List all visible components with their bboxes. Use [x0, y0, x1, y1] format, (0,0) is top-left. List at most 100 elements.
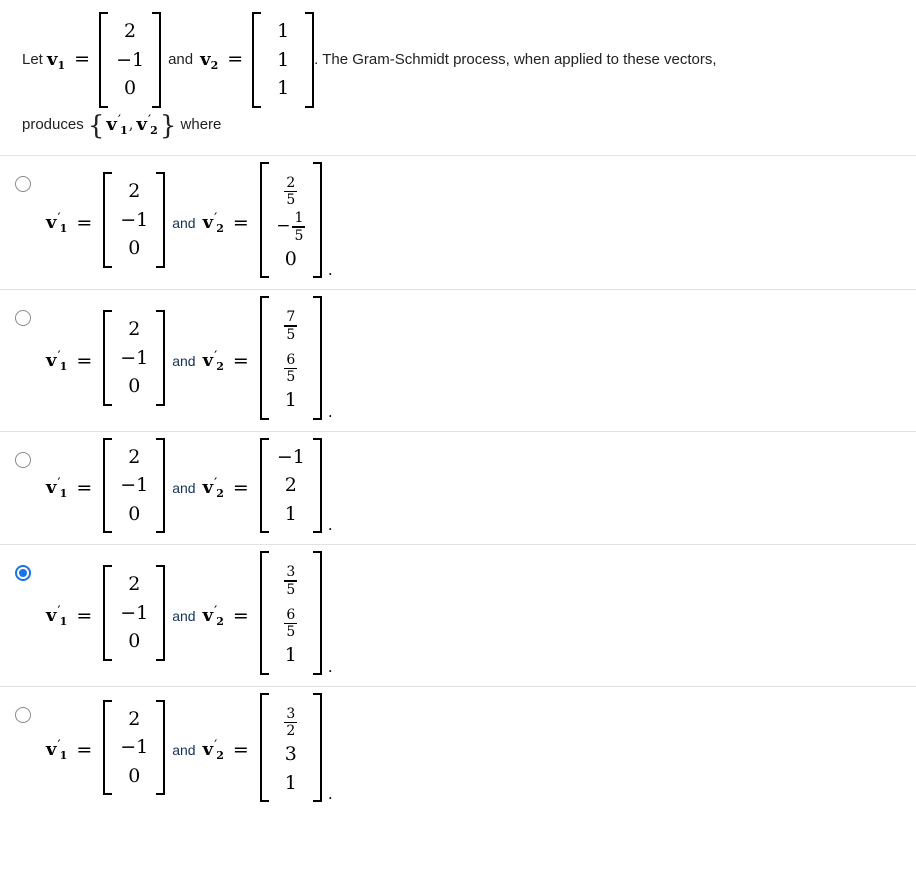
option-vector-2-slot: 2 5−1 5 0: [259, 161, 322, 284]
label-v1-prime: v′1: [46, 211, 67, 234]
option-vector-2: 35651: [259, 551, 322, 675]
radio-wrapper[interactable]: [0, 438, 46, 468]
radio-button-2[interactable]: [15, 310, 31, 327]
bracket-right-icon: [156, 565, 166, 661]
option-vector-1-slot: 2 −1 0: [103, 565, 166, 666]
option-and-text: and: [172, 352, 196, 369]
label-base: v: [202, 477, 214, 499]
answer-option[interactable]: v′1 = 2 −1 0 and v′2 = 7 5 6 5 1.: [0, 289, 916, 431]
stem-equals-1: =: [74, 48, 91, 71]
option-vector-2: 2 5−1 5 0: [259, 161, 322, 279]
option-vector-1-slot: 2 −1 0: [103, 172, 166, 273]
option-vector-2: 3231: [259, 692, 322, 803]
bracket-left-icon: [103, 310, 113, 406]
option-and-text: and: [172, 214, 196, 231]
label-v2-prime: v′2: [202, 739, 224, 763]
brace-open-icon: {: [87, 110, 105, 141]
vector-entry: 0: [124, 77, 137, 99]
vector-entry: 1: [284, 502, 297, 525]
label-base: v: [46, 477, 57, 499]
option-lhs: v′1 =: [46, 350, 101, 372]
option-equals-1: =: [76, 211, 93, 234]
label-base: v: [202, 739, 214, 761]
set-member-v1-prime: v′1: [106, 114, 127, 136]
answer-option-content: v′1 = 2 −1 0 and v′2 = −1 2 1.: [46, 437, 333, 539]
stem-equals-2: =: [227, 48, 244, 71]
radio-wrapper[interactable]: [0, 162, 46, 192]
fraction: 65: [284, 351, 298, 387]
answer-option[interactable]: v′1 = 2 −1 0 and v′2 = 3 5 6 5 1.: [0, 544, 916, 686]
label-subscript: 1: [59, 614, 68, 628]
label-base: v: [46, 211, 57, 233]
answer-option-content: v′1 = 2 −1 0 and v′2 = 3 5 6 5 1.: [46, 551, 333, 680]
option-vector-2-slot: −1 2 1: [259, 437, 322, 539]
label-base: v: [46, 739, 57, 761]
vector-entry: 75: [284, 301, 298, 344]
bracket-left-icon: [103, 699, 113, 796]
label-v2-prime: v′2: [203, 605, 224, 627]
radio-wrapper[interactable]: [0, 551, 46, 582]
bracket-left-icon: [259, 551, 269, 675]
stem-tail-text: . The Gram-Schmidt process, when applied…: [314, 51, 717, 68]
answer-option[interactable]: v′1 = 2 −1 0 and v′2 = −1 2 1.: [0, 430, 916, 545]
radio-button-1[interactable]: [15, 175, 31, 192]
vector-entry: 1: [277, 77, 290, 99]
vector-entry: −1: [276, 445, 305, 468]
bracket-left-icon: [103, 565, 113, 661]
vector-entry: 1: [284, 771, 297, 794]
answer-option[interactable]: v′1 = 2 −1 0 and v′2 = 3 2 3 1.: [0, 685, 916, 814]
option-vector-2-slot: 75 651: [259, 296, 322, 425]
radio-wrapper[interactable]: [0, 693, 46, 723]
fraction: −1 5: [276, 209, 306, 245]
radio-button-3[interactable]: [15, 451, 31, 468]
radio-button-4[interactable]: [15, 565, 31, 582]
label-v1-prime: v′1: [46, 605, 68, 628]
bracket-right-icon: [156, 699, 166, 796]
label-subscript: 2: [216, 749, 224, 763]
fraction-body: 25: [284, 176, 298, 207]
vector-entry: 35: [284, 556, 298, 599]
answer-option[interactable]: v′1 = 2 −1 0 and v′2 = 2 5−1 5 0.: [0, 154, 916, 290]
bracket-left-icon: [259, 161, 269, 279]
label-subscript: 1: [59, 487, 68, 501]
vector-entry: 65: [284, 344, 298, 387]
fraction-denominator: 2: [286, 723, 296, 740]
label-v1-prime: v′1: [46, 477, 68, 501]
vector-entries: 2 −1 0: [113, 172, 155, 268]
label-v2-prime: v′2: [202, 477, 224, 499]
fraction-numerator: 1: [294, 210, 304, 227]
option-vector-1-slot: 2 −1 0: [103, 310, 166, 411]
option-lhs: v′1 =: [46, 212, 101, 234]
option-equals-1: =: [76, 349, 93, 372]
label-subscript: 1: [59, 359, 68, 373]
option-vector-2: −1 2 1: [259, 437, 322, 534]
vector-entry: 0: [128, 502, 141, 525]
option-vector-1: 2 −1 0: [103, 699, 166, 796]
radio-button-5[interactable]: [15, 706, 31, 723]
fraction-numerator: 3: [286, 564, 296, 581]
vector-entry: 0: [128, 375, 141, 398]
option-equals-1: =: [76, 604, 93, 627]
fraction-denominator: 5: [286, 624, 296, 641]
bracket-right-icon: [156, 437, 166, 534]
label-v2-prime: v′2: [203, 350, 224, 372]
option-equals-2: =: [232, 477, 249, 500]
answer-options-list: v′1 = 2 −1 0 and v′2 = 2 5−1 5 0. v′1 = 2 −1 0 and v′2 = 7 5 6…: [0, 154, 916, 814]
option-equals-2: =: [232, 211, 249, 234]
radio-wrapper[interactable]: [0, 296, 46, 327]
vector-entry: 0: [284, 247, 297, 270]
fraction-numerator: 6: [286, 606, 296, 623]
vector-entry: −1: [120, 208, 149, 231]
option-equals-1: =: [76, 477, 93, 500]
fraction: 32: [284, 705, 298, 741]
vector-entry: 32: [284, 698, 298, 741]
vector-entries: 2 −1 0: [113, 438, 155, 534]
vector-entry: 0: [128, 764, 141, 787]
option-equals-1: =: [76, 739, 93, 762]
fraction-numerator: 6: [286, 351, 296, 368]
vector-entry: 2: [128, 573, 141, 596]
question-page: Let v1 = 2 −1 0 and v2 = 1 1 1 . The Gra…: [0, 0, 916, 879]
vector-entry: −1: [116, 48, 145, 71]
vector-entry: 1: [284, 389, 297, 412]
option-equals-2: =: [232, 604, 249, 627]
